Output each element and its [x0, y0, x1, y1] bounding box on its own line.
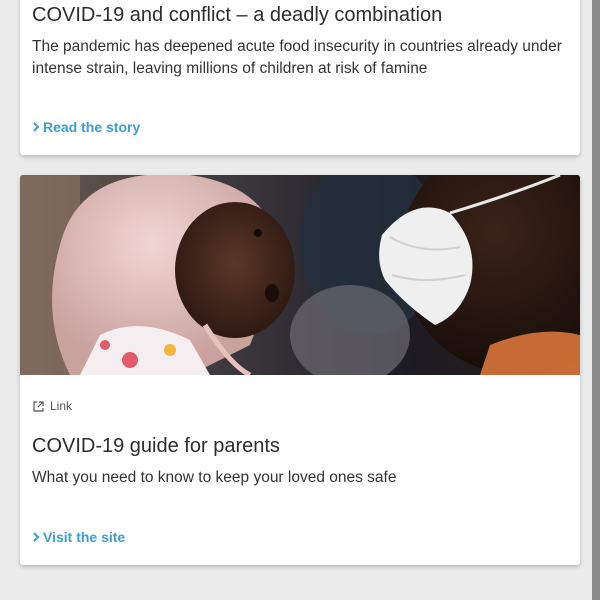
story-card-conflict[interactable]: COVID-19 and conflict – a deadly combina… — [20, 0, 580, 155]
read-the-story-label: Read the story — [43, 119, 141, 135]
page: COVID-19 and conflict – a deadly combina… — [0, 0, 600, 600]
link-tag-label: Link — [50, 399, 73, 413]
story-title[interactable]: COVID-19 and conflict – a deadly combina… — [32, 2, 442, 28]
story-description: The pandemic has deepened acute food ins… — [32, 38, 562, 77]
visit-the-site-link[interactable]: Visit the site — [32, 529, 125, 545]
link-tag: Link — [33, 399, 72, 413]
guide-title[interactable]: COVID-19 guide for parents — [32, 433, 280, 459]
chevron-right-icon — [33, 122, 40, 132]
visit-the-site-label: Visit the site — [43, 529, 126, 545]
read-the-story-link[interactable]: Read the story — [32, 119, 140, 135]
hero-photo — [20, 175, 580, 375]
vertical-scrollbar[interactable] — [592, 0, 600, 600]
guide-card-parents[interactable]: Link COVID-19 guide for parents What you… — [20, 175, 580, 565]
chevron-right-icon — [33, 532, 40, 542]
guide-description: What you need to know to keep your loved… — [32, 469, 397, 486]
external-link-icon — [33, 400, 44, 412]
